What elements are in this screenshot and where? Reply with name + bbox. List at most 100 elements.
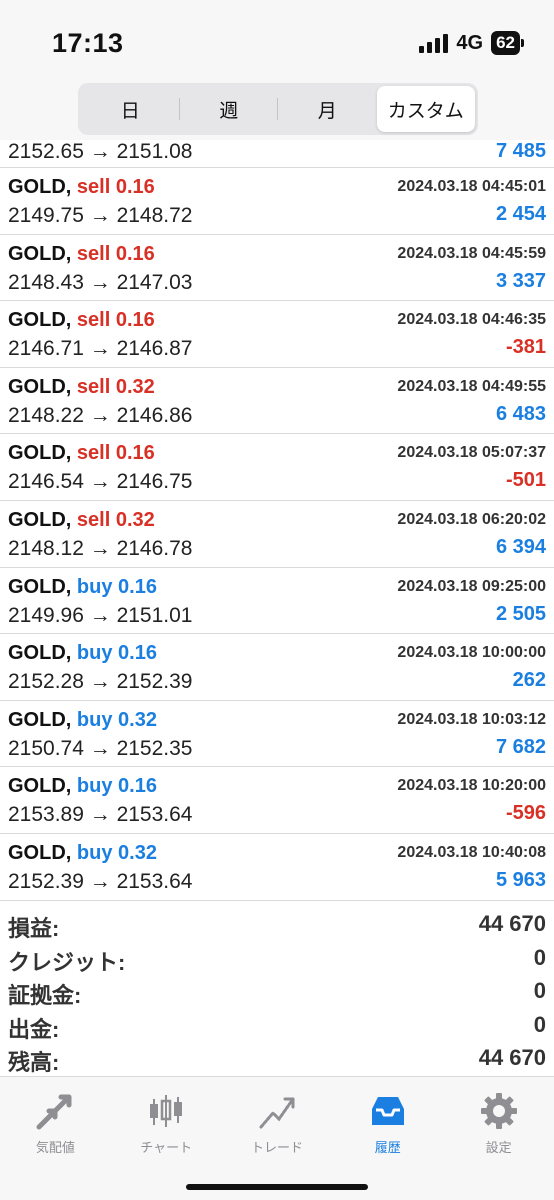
deal-side: buy 0.16 (76, 575, 157, 598)
list-item[interactable]: GOLD, buy 0.16 2024.03.18 09:25:00 2149.96… (0, 568, 554, 635)
summary-profit-row: 損益: 44 670 (0, 908, 554, 942)
home-indicator[interactable] (186, 1184, 368, 1190)
list-item[interactable]: GOLD, sell 0.32 2024.03.18 04:49:55 2148.2… (0, 368, 554, 435)
tab-label: チャート (140, 1140, 193, 1155)
deal-profit: 2 505 (495, 602, 546, 625)
deal-time: 2024.03.18 09:25:00 (397, 577, 546, 595)
tab-custom[interactable]: カスタム (376, 86, 475, 132)
deal-profit: 3 337 (495, 269, 546, 292)
deal-prices: 2148.22 → 2146.86 (8, 403, 193, 427)
deal-prices: 2146.71 → 2146.87 (8, 337, 193, 361)
list-item[interactable]: GOLD, buy 0.32 2024.03.18 10:03:12 2150.74… (0, 701, 554, 768)
history-inbox-icon (366, 1089, 410, 1133)
deal-time: 2024.03.18 06:20:02 (397, 510, 546, 528)
list-item[interactable]: GOLD, sell 0.16 2024.03.18 04:46:35 2146.7… (0, 301, 554, 368)
deal-profit: 262 (512, 669, 546, 692)
deal-time: 2024.03.18 10:00:00 (397, 644, 546, 662)
summary-label: 損益: (8, 916, 60, 941)
deal-side: buy 0.16 (76, 642, 157, 665)
deal-time: 2024.03.18 10:40:08 (397, 843, 546, 861)
status-bar: 17:13 4G 62 (0, 0, 554, 80)
deal-symbol: GOLD, (8, 242, 72, 265)
list-item[interactable]: GOLD, buy 0.16 2024.03.18 10:00:00 2152.28… (0, 634, 554, 701)
deal-symbol: GOLD, (8, 375, 72, 398)
deal-time: 2024.03.18 10:20:00 (397, 777, 546, 795)
deal-symbol: GOLD, (8, 309, 72, 332)
tab-week[interactable]: 週 (180, 86, 279, 132)
deal-side: sell 0.32 (76, 375, 155, 398)
tab-quotes[interactable]: 気配値 (0, 1077, 111, 1200)
summary-credit-row: クレジット: 0 (0, 942, 554, 976)
deal-profit: 7 682 (495, 735, 546, 758)
deal-time: 2024.03.18 04:49:55 (397, 377, 546, 395)
deal-title: GOLD, sell 0.16 (8, 243, 155, 266)
list-item[interactable]: GOLD, buy 0.32 2024.03.18 10:40:08 2152.39… (0, 834, 554, 901)
tab-settings[interactable]: 設定 (443, 1077, 554, 1200)
account-summary: 損益: 44 670 クレジット: 0 証拠金: 0 出金: 0 残高: 44 … (0, 908, 554, 1076)
summary-value: 0 (533, 1011, 546, 1037)
tab-day[interactable]: 日 (81, 86, 180, 132)
deal-title: GOLD, buy 0.32 (8, 842, 157, 865)
deal-profit: -501 (505, 469, 546, 492)
list-item[interactable]: 2152.65 → 2151.08 7 485 (0, 140, 554, 168)
deal-profit: 6 483 (495, 402, 546, 425)
cellular-signal-icon (419, 33, 449, 53)
summary-label: 残高: (8, 1050, 60, 1076)
summary-value: 0 (533, 944, 546, 970)
list-item[interactable]: GOLD, sell 0.16 2024.03.18 04:45:01 2149.7… (0, 168, 554, 235)
deal-prices: 2148.43 → 2147.03 (8, 270, 193, 294)
deal-side: sell 0.16 (76, 176, 155, 198)
summary-value: 0 (533, 978, 546, 1004)
quotes-arrows-icon (33, 1089, 77, 1133)
trade-trend-icon (255, 1089, 299, 1133)
deal-side: buy 0.16 (76, 775, 157, 798)
deal-side: sell 0.16 (76, 442, 155, 465)
battery-icon: 62 (491, 31, 524, 55)
network-type: 4G (456, 31, 484, 54)
deal-prices: 2149.75 → 2148.72 (8, 204, 193, 227)
deal-profit: 2 454 (495, 203, 546, 225)
deal-prices: 2150.74 → 2152.35 (8, 736, 193, 760)
deal-profit: 7 485 (495, 140, 546, 162)
summary-withdrawal-row: 出金: 0 (0, 1009, 554, 1043)
deal-side: sell 0.16 (76, 242, 155, 265)
deal-title: GOLD, sell 0.32 (8, 509, 155, 532)
deal-time: 2024.03.18 05:07:37 (397, 444, 546, 462)
tab-history[interactable]: 履歴 (332, 1077, 443, 1200)
status-indicators: 4G 62 (419, 30, 524, 56)
tab-label: 履歴 (374, 1140, 401, 1155)
summary-label: 証拠金: (8, 983, 82, 1009)
deal-time: 2024.03.18 10:03:12 (397, 710, 546, 728)
deal-title: GOLD, buy 0.16 (8, 642, 157, 665)
summary-deposit-row: 証拠金: 0 (0, 975, 554, 1009)
deal-symbol: GOLD, (8, 176, 72, 198)
deal-symbol: GOLD, (8, 442, 72, 465)
list-item[interactable]: GOLD, sell 0.32 2024.03.18 06:20:02 2148.1… (0, 501, 554, 568)
deal-title: GOLD, sell 0.16 (8, 309, 155, 332)
deal-profit: 6 394 (495, 535, 546, 558)
candlestick-chart-icon (144, 1089, 188, 1133)
deal-title: GOLD, sell 0.32 (8, 376, 155, 399)
list-item[interactable]: GOLD, sell 0.16 2024.03.18 05:07:37 2146.5… (0, 434, 554, 501)
deal-title: GOLD, buy 0.16 (8, 576, 157, 599)
bottom-tab-bar: 気配値 チャート トレード 履歴 設定 (0, 1076, 554, 1200)
deal-symbol: GOLD, (8, 575, 72, 598)
deal-side: sell 0.16 (76, 309, 155, 332)
tab-trade[interactable]: トレード (222, 1077, 333, 1200)
tab-chart[interactable]: チャート (111, 1077, 222, 1200)
deal-profit: -381 (505, 336, 546, 359)
list-item[interactable]: GOLD, buy 0.16 2024.03.18 10:20:00 2153.89… (0, 767, 554, 834)
list-item[interactable]: GOLD, sell 0.16 2024.03.18 04:45:59 2148.4… (0, 235, 554, 302)
deal-title: GOLD, sell 0.16 (8, 442, 155, 465)
summary-label: クレジット: (8, 949, 126, 975)
summary-value: 44 670 (478, 1045, 546, 1071)
tab-month[interactable]: 月 (278, 86, 377, 132)
history-list: 2152.65 → 2151.08 7 485 GOLD, sell 0.16 2… (0, 140, 554, 901)
deal-symbol: GOLD, (8, 642, 72, 665)
deal-title: GOLD, buy 0.32 (8, 709, 157, 732)
deal-profit: -596 (505, 802, 546, 825)
status-time: 17:13 (52, 28, 124, 58)
deal-title: GOLD, sell 0.16 (8, 176, 155, 199)
deal-symbol: GOLD, (8, 841, 72, 864)
deal-prices: 2152.39 → 2153.64 (8, 869, 193, 893)
